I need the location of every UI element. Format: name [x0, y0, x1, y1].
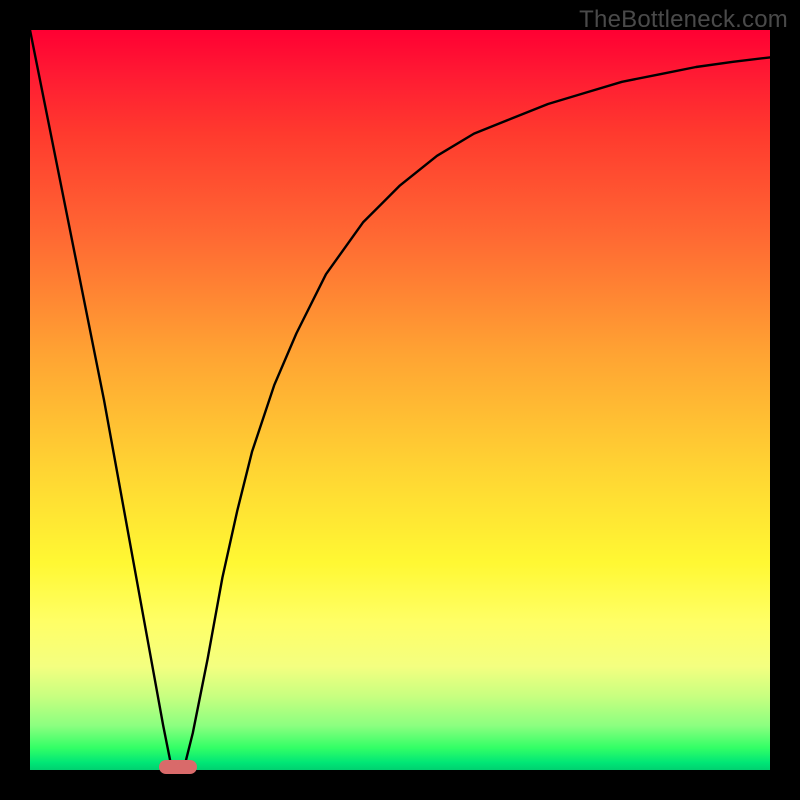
minimum-marker [159, 760, 197, 774]
bottleneck-curve [30, 30, 770, 770]
plot-area [30, 30, 770, 770]
chart-frame: TheBottleneck.com [0, 0, 800, 800]
